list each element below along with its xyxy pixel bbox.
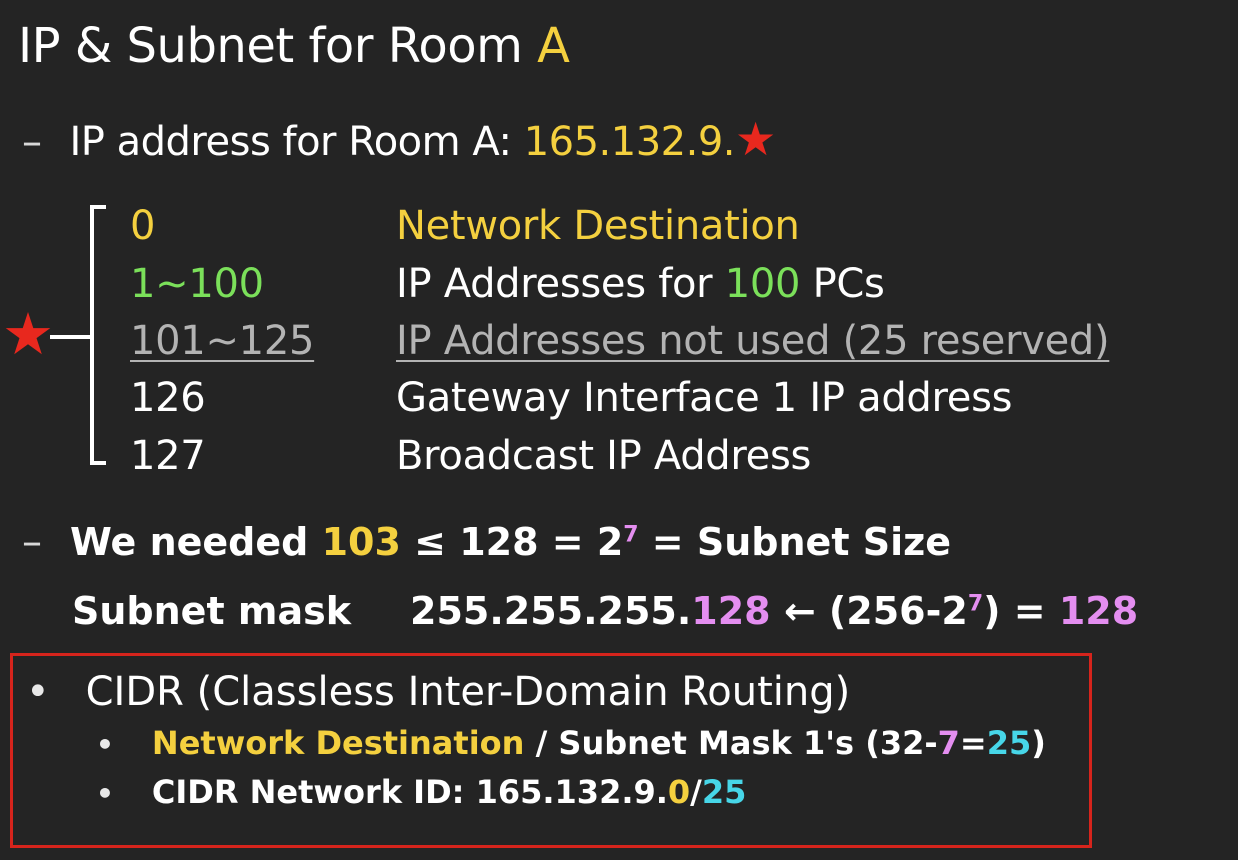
subnet-mask-label: Subnet mask (72, 589, 351, 633)
cidr-title: CIDR (Classless Inter-Domain Routing) (85, 669, 851, 715)
arrow-left-icon: ← (770, 589, 829, 633)
range-desc-2: IP Addresses not used (25 reserved) (396, 318, 1110, 364)
mask-value-octet: 128 (691, 589, 771, 633)
cidr-sub-1-result: 25 (986, 724, 1032, 762)
star-icon: ★ (2, 300, 54, 368)
needed-mid: ≤ 128 = 2 (400, 520, 624, 564)
ip-address-line: – IP address for Room A: 165.132.9.★ (22, 112, 776, 172)
range-num-3: 126 (130, 375, 206, 421)
cidr-sub-1-mid: / Subnet Mask 1's (32- (524, 724, 938, 762)
range-desc-1-count: 100 (724, 261, 801, 307)
bullet-icon: • (26, 669, 50, 715)
range-desc-1-pre: IP Addresses for (396, 261, 725, 307)
dash-marker: – (22, 519, 42, 565)
title-text: IP & Subnet for Room (18, 18, 538, 74)
mask-formula-exponent: 7 (967, 591, 984, 617)
page-title: IP & Subnet for Room A (18, 14, 570, 78)
cidr-title-line: • CIDR (Classless Inter-Domain Routing) (26, 662, 850, 722)
mask-result: 128 (1058, 589, 1139, 633)
cidr-sub-1-highlight: Network Destination (151, 724, 525, 762)
mask-formula-pre: (256-2 (828, 589, 968, 633)
needed-exponent: 7 (623, 522, 639, 548)
bracket-tick (50, 335, 90, 339)
range-desc-0: Network Destination (396, 203, 800, 249)
mask-formula-post: ) = (983, 589, 1059, 633)
cidr-sub-1: • Network Destination / Subnet Mask 1's (… (96, 720, 1046, 768)
range-num-4: 127 (130, 433, 206, 479)
ip-address-label: IP address for Room A: (69, 119, 524, 165)
needed-pre: We needed (70, 520, 322, 564)
star-icon: ★ (734, 112, 776, 166)
cidr-sub-1-eq: = (959, 724, 987, 762)
cidr-network-id-prefix: 25 (701, 773, 747, 811)
cidr-network-id-pre: 165.132.9. (475, 773, 668, 811)
cidr-network-id-slash: / (690, 773, 702, 811)
range-num-1: 1~100 (130, 261, 264, 307)
cidr-network-id-zero: 0 (667, 773, 691, 811)
subnet-mask-line: 255.255.255.128 ← (256-27) = 128 (410, 582, 1138, 640)
subnet-size-line: – We needed 103 ≤ 128 = 27 = Subnet Size (22, 513, 951, 571)
dash-marker: – (22, 119, 42, 165)
needed-post: = Subnet Size (638, 520, 952, 564)
title-room-letter: A (537, 18, 570, 74)
cidr-sub-1-seven: 7 (937, 724, 960, 762)
range-desc-1-post: PCs (800, 261, 885, 307)
bullet-icon: • (96, 728, 114, 761)
bullet-icon: • (96, 777, 114, 810)
cidr-network-id-label: CIDR Network ID: (151, 773, 476, 811)
range-num-2: 101~125 (130, 318, 315, 364)
range-num-0: 0 (130, 203, 156, 249)
cidr-sub-1-close: ) (1031, 724, 1046, 762)
range-desc-1: IP Addresses for 100 PCs (396, 256, 885, 312)
mask-value-pre: 255.255.255. (410, 589, 692, 633)
range-desc-4: Broadcast IP Address (396, 433, 812, 479)
range-desc-3: Gateway Interface 1 IP address (396, 375, 1013, 421)
range-bracket (90, 205, 106, 465)
cidr-sub-2: • CIDR Network ID: 165.132.9.0/25 (96, 769, 746, 817)
needed-count: 103 (321, 520, 401, 564)
ip-address-value: 165.132.9. (523, 119, 736, 165)
